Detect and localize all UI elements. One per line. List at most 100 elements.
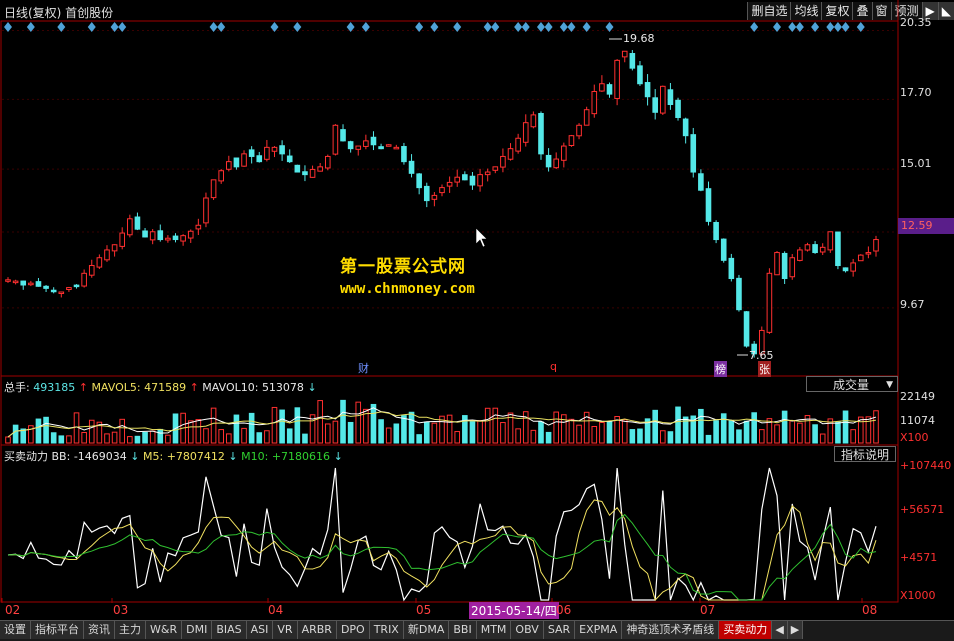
- tab-top-escape[interactable]: 神奇逃顶术矛盾线: [622, 621, 720, 639]
- tab-asi[interactable]: ASI: [246, 621, 274, 639]
- volume-bar: [233, 414, 240, 444]
- tab-trix[interactable]: TRIX: [369, 621, 404, 639]
- candle-body: [781, 252, 788, 280]
- candle-body: [50, 289, 57, 293]
- candle-body: [736, 277, 742, 311]
- signal-diamond: [559, 22, 568, 32]
- chart-canvas[interactable]: [0, 0, 954, 620]
- candle-body: [20, 280, 27, 286]
- tab-bias[interactable]: BIAS: [212, 621, 247, 639]
- date-label-aug: 08: [862, 603, 878, 617]
- tab-bbi[interactable]: BBI: [449, 621, 477, 639]
- tab-dmi[interactable]: DMI: [182, 621, 213, 639]
- candle-body: [271, 146, 278, 152]
- up-arrow-icon: ↑: [189, 381, 199, 394]
- volume-bar: [454, 431, 461, 444]
- volume-bar: [736, 429, 742, 444]
- tab-buy-sell-power[interactable]: 买卖动力: [719, 621, 773, 639]
- mouse-pointer-icon: [475, 227, 488, 248]
- candle-body: [187, 230, 194, 239]
- candle-body: [545, 154, 552, 168]
- tab-obv[interactable]: OBV: [511, 621, 544, 639]
- down-arrow-icon: ↓: [333, 450, 343, 463]
- tab-news[interactable]: 资讯: [84, 621, 115, 639]
- watermark-url: www.chnmoney.com: [340, 281, 475, 297]
- volume-axis-label-1: 22149: [900, 390, 935, 403]
- date-label-jul: 07: [700, 603, 716, 617]
- candle-body: [88, 265, 95, 276]
- tab-scroll-left-icon[interactable]: ◀: [772, 621, 788, 639]
- tab-settings[interactable]: 设置: [0, 621, 31, 639]
- volume-bar: [195, 419, 202, 444]
- candle-body: [279, 145, 285, 155]
- tab-arbr[interactable]: ARBR: [297, 621, 337, 639]
- candle-body: [629, 53, 636, 69]
- candle-body: [667, 89, 674, 106]
- volume-bar: [142, 431, 148, 444]
- volume-bar: [446, 414, 453, 444]
- volume-bar: [781, 410, 788, 444]
- indicator-axis-label-1: +107440: [900, 459, 952, 472]
- indicator-axis-label-3: +4571: [900, 551, 938, 564]
- candle-body: [431, 194, 438, 200]
- candle-body: [804, 244, 811, 251]
- m10-label: M10:: [241, 450, 269, 463]
- tab-mtm[interactable]: MTM: [476, 621, 512, 639]
- candle-body: [248, 149, 255, 157]
- m5-value: +7807412: [166, 450, 225, 463]
- volume-bar: [873, 410, 879, 444]
- bb-value: -1469034: [73, 450, 127, 463]
- candle-body: [644, 82, 651, 98]
- volume-bar: [515, 428, 521, 444]
- tab-new-dma[interactable]: 新DMA: [403, 621, 450, 639]
- indicator-help-button[interactable]: 指标说明: [834, 446, 896, 462]
- tab-expma[interactable]: EXPMA: [575, 621, 623, 639]
- volume-bar: [355, 401, 362, 444]
- m10-value: +7180616: [271, 450, 331, 463]
- candle-body: [614, 59, 620, 99]
- volume-bar: [241, 427, 247, 444]
- candle-body: [35, 281, 42, 287]
- volume-bar: [606, 421, 613, 444]
- candle-body: [538, 112, 544, 155]
- volume-bar: [370, 403, 377, 444]
- volume-selector-dropdown[interactable]: 成交量 ▼: [806, 376, 898, 392]
- event-tag-finance[interactable]: 财: [358, 360, 369, 376]
- candle-body: [698, 173, 704, 191]
- candle-body: [583, 109, 590, 126]
- date-label-mar: 03: [113, 603, 129, 617]
- tab-vr[interactable]: VR: [273, 621, 298, 639]
- candle-body: [119, 232, 126, 247]
- candle-body: [149, 231, 156, 241]
- tab-dpo[interactable]: DPO: [336, 621, 370, 639]
- tab-scroll-right-icon[interactable]: ▶: [787, 621, 804, 639]
- signal-diamond: [483, 22, 492, 32]
- event-tag-rank[interactable]: 榜: [714, 361, 727, 377]
- candle-body: [157, 230, 164, 241]
- volume-bar: [530, 429, 537, 444]
- tab-main-force[interactable]: 主力: [115, 621, 146, 639]
- current-price-badge: 12.59: [898, 218, 954, 234]
- price-axis-label-5: 9.67: [900, 298, 925, 311]
- volume-header: 总手: 493185 ↑ MAVOL5: 471589 ↑ MAVOL10: 5…: [4, 379, 317, 395]
- volume-bar: [332, 420, 339, 444]
- volume-bar: [226, 433, 232, 444]
- volume-bar: [401, 415, 407, 444]
- candle-body: [165, 237, 171, 241]
- volume-bar: [819, 433, 826, 444]
- watermark-title: 第一股票公式网: [340, 257, 466, 277]
- event-tag-q[interactable]: q: [550, 360, 557, 373]
- volume-axis-label-2: 11074: [900, 414, 935, 427]
- tab-sar[interactable]: SAR: [543, 621, 576, 639]
- volume-bar: [43, 416, 49, 444]
- candle-body: [507, 148, 514, 160]
- candle-body: [302, 171, 308, 176]
- volume-bar: [165, 434, 171, 444]
- volume-bar: [743, 420, 750, 444]
- volume-bar: [385, 427, 392, 444]
- event-tag-limit-up[interactable]: 张: [758, 361, 771, 377]
- tab-wr[interactable]: W&R: [146, 621, 183, 639]
- candle-body: [111, 244, 118, 252]
- tab-indicator-platform[interactable]: 指标平台: [31, 621, 84, 639]
- date-label-feb: 02: [5, 603, 21, 617]
